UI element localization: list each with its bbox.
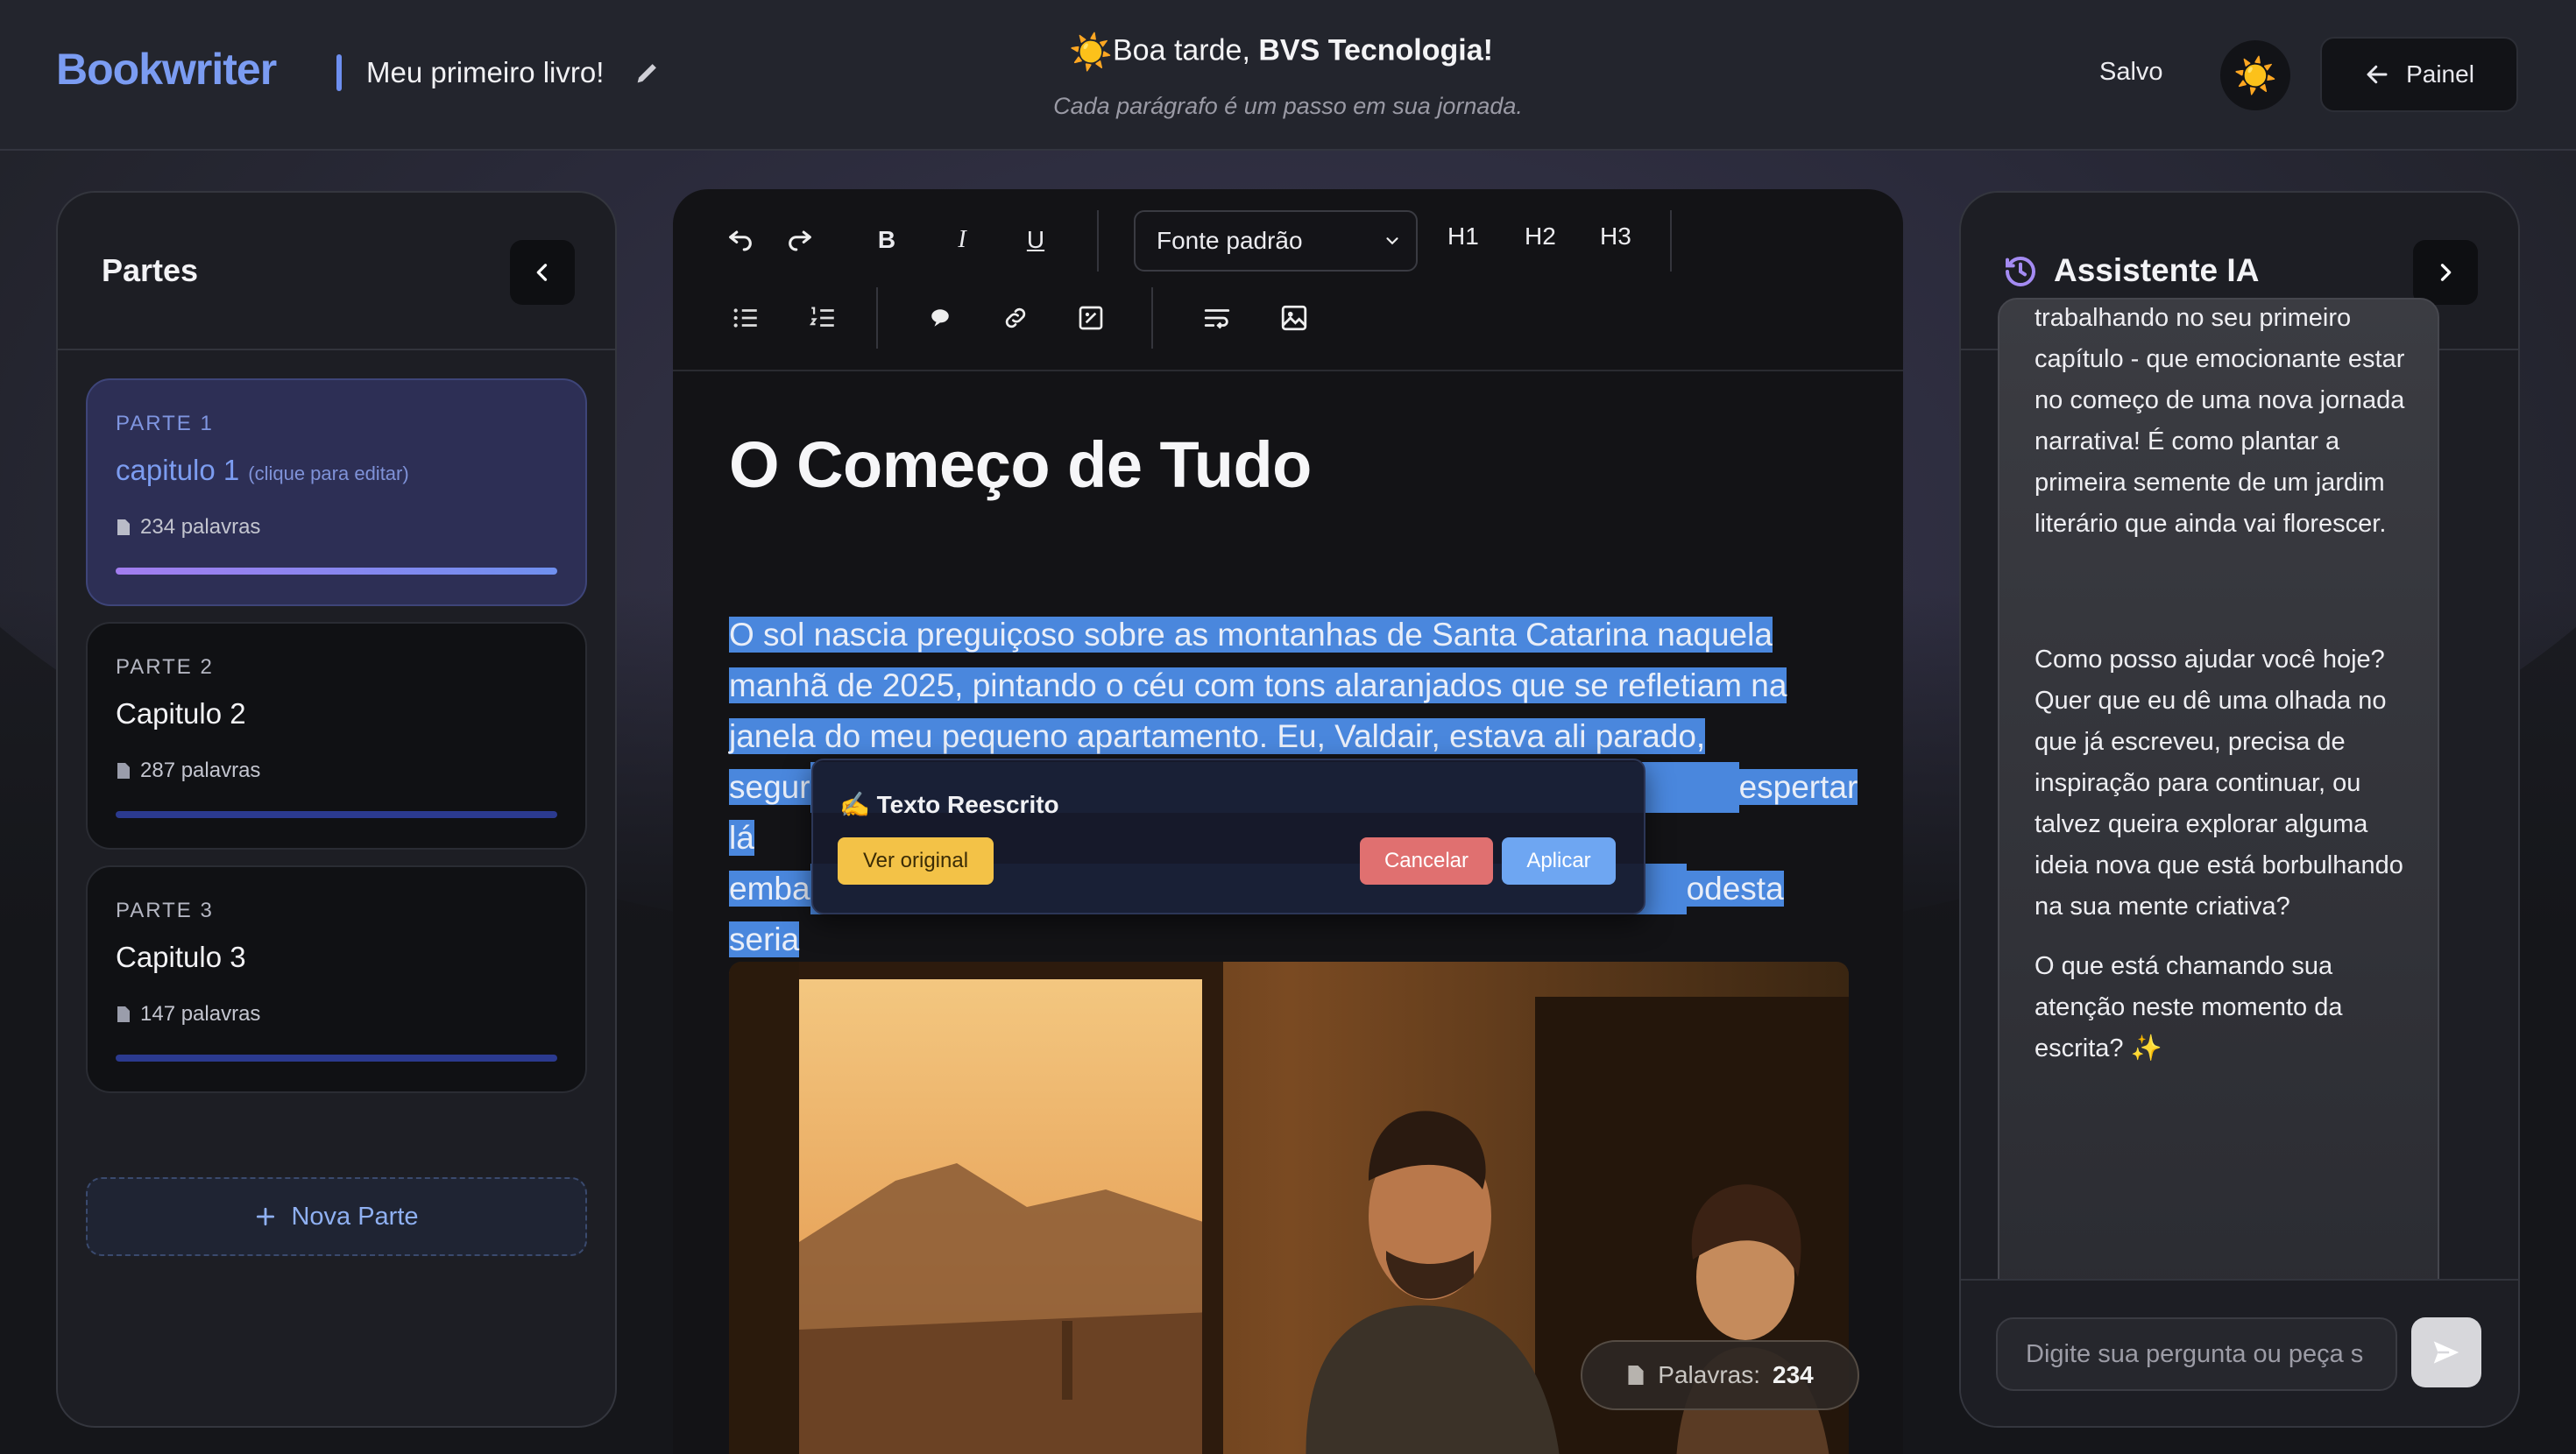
word-count-badge: Palavras: 234 — [1581, 1340, 1859, 1410]
collapse-sidebar-button[interactable] — [510, 240, 575, 305]
title-accent-bar — [336, 54, 342, 91]
part-name[interactable]: capitulo 1 (clique para editar) — [116, 454, 409, 487]
arrow-left-icon — [2367, 65, 2388, 84]
panel-label: Painel — [2406, 60, 2474, 88]
panel-button[interactable]: Painel — [2320, 37, 2518, 112]
part-label: PARTE 2 — [116, 655, 214, 679]
document-icon — [117, 1006, 130, 1022]
chat-footer: Digite sua pergunta ou peça s — [1961, 1279, 2518, 1426]
greeting-prefix: Boa tarde, — [1113, 33, 1259, 67]
rewrite-popup: ✍️ Texto Reescrito Ver original Cancelar… — [811, 759, 1645, 914]
progress-bar — [116, 1055, 557, 1062]
redo-icon[interactable] — [780, 221, 820, 261]
book-title[interactable]: Meu primeiro livro! — [366, 56, 604, 89]
document-icon — [117, 519, 130, 535]
heading-3-button[interactable]: H3 — [1600, 222, 1631, 251]
edit-hint: (clique para editar) — [248, 462, 409, 484]
chevron-left-icon — [536, 264, 548, 281]
part-item-2[interactable]: PARTE 2 Capitulo 2 287 palavras — [86, 622, 587, 850]
send-button[interactable] — [2411, 1317, 2481, 1387]
message-paragraph-2: Como posso ajudar você hoje? Quer que eu… — [2035, 646, 2403, 921]
font-select[interactable]: Fonte padrão — [1134, 210, 1418, 272]
numbered-list-icon[interactable] — [804, 300, 841, 336]
italic-button[interactable]: I — [945, 222, 980, 258]
motto-text: Cada parágrafo é um passo em sua jornada… — [1053, 93, 1523, 119]
editor-panel: B I U Fonte padrão H1 H2 H3 O Começo de … — [673, 189, 1903, 1454]
save-status: Salvo — [2099, 58, 2163, 86]
assistant-title: Assistente IA — [2054, 252, 2260, 288]
heading-2-button[interactable]: H2 — [1525, 222, 1556, 251]
theme-toggle-button[interactable]: ☀️ — [2220, 40, 2290, 110]
writing-hand-icon: ✍️ — [839, 791, 870, 818]
document-title[interactable]: O Começo de Tudo — [729, 427, 1312, 502]
assistant-message: trabalhando no seu primeiro capítulo - q… — [1998, 298, 2439, 1380]
underline-button[interactable]: U — [1018, 222, 1053, 258]
chevron-right-icon — [2440, 264, 2452, 281]
chat-input[interactable]: Digite sua pergunta ou peça s — [1996, 1317, 2397, 1391]
document-icon — [117, 763, 130, 779]
insert-image-icon[interactable] — [1276, 300, 1313, 336]
popup-title: ✍️ Texto Reescrito — [839, 791, 1059, 818]
word-count: 287 palavras — [116, 759, 260, 783]
document-icon — [1628, 1366, 1644, 1385]
part-item-1[interactable]: PARTE 1 capitulo 1 (clique para editar) 2… — [86, 378, 587, 606]
part-label: PARTE 1 — [116, 412, 214, 435]
sun-icon: ☀️ — [2233, 56, 2277, 95]
ai-assistant-panel: Assistente IA trabalhando no seu primeir… — [1959, 191, 2520, 1428]
word-count: 147 palavras — [116, 1002, 260, 1027]
text-wrap-icon[interactable] — [1199, 300, 1235, 336]
bold-button[interactable]: B — [869, 222, 904, 258]
message-paragraph-3: O que está chamando sua atenção neste mo… — [2035, 952, 2343, 1062]
greeting-name: BVS Tecnologia! — [1258, 33, 1493, 67]
greeting: ☀️Boa tarde, BVS Tecnologia! — [1069, 32, 1542, 73]
top-header: Bookwriter Meu primeiro livro! ☀️Boa tar… — [0, 0, 2576, 151]
apply-button[interactable]: Aplicar — [1502, 837, 1616, 885]
bullet-list-icon[interactable] — [727, 300, 764, 336]
collapse-assistant-button[interactable] — [2413, 240, 2478, 305]
plus-icon — [257, 1207, 275, 1226]
progress-bar — [116, 568, 557, 575]
history-icon — [2006, 256, 2035, 286]
app-logo[interactable]: Bookwriter — [56, 44, 277, 95]
message-paragraph-1: trabalhando no seu primeiro capítulo - q… — [2035, 304, 2405, 538]
part-label: PARTE 3 — [116, 899, 214, 922]
part-name[interactable]: Capitulo 2 — [116, 697, 246, 731]
link-icon[interactable] — [997, 300, 1034, 336]
send-icon — [2433, 1341, 2459, 1364]
sun-icon: ☀️ — [1069, 33, 1113, 72]
pencil-icon[interactable] — [633, 58, 662, 88]
new-part-button[interactable]: Nova Parte — [86, 1177, 587, 1256]
part-item-3[interactable]: PARTE 3 Capitulo 3 147 palavras — [86, 865, 587, 1093]
undo-icon[interactable] — [720, 221, 761, 261]
sidebar-title: Partes — [102, 252, 199, 288]
editor-toolbar: B I U Fonte padrão H1 H2 H3 — [673, 189, 1903, 371]
quote-icon[interactable] — [922, 300, 959, 336]
parts-sidebar: Partes PARTE 1 capitulo 1 (clique para ed… — [56, 191, 617, 1428]
view-original-button[interactable]: Ver original — [838, 837, 994, 885]
word-count: 234 palavras — [116, 515, 260, 540]
cancel-button[interactable]: Cancelar — [1360, 837, 1493, 885]
progress-bar — [116, 811, 557, 818]
part-name[interactable]: Capitulo 3 — [116, 941, 246, 974]
chevron-down-icon — [1386, 237, 1398, 245]
heading-1-button[interactable]: H1 — [1447, 222, 1479, 251]
image-edit-icon[interactable] — [1072, 300, 1109, 336]
